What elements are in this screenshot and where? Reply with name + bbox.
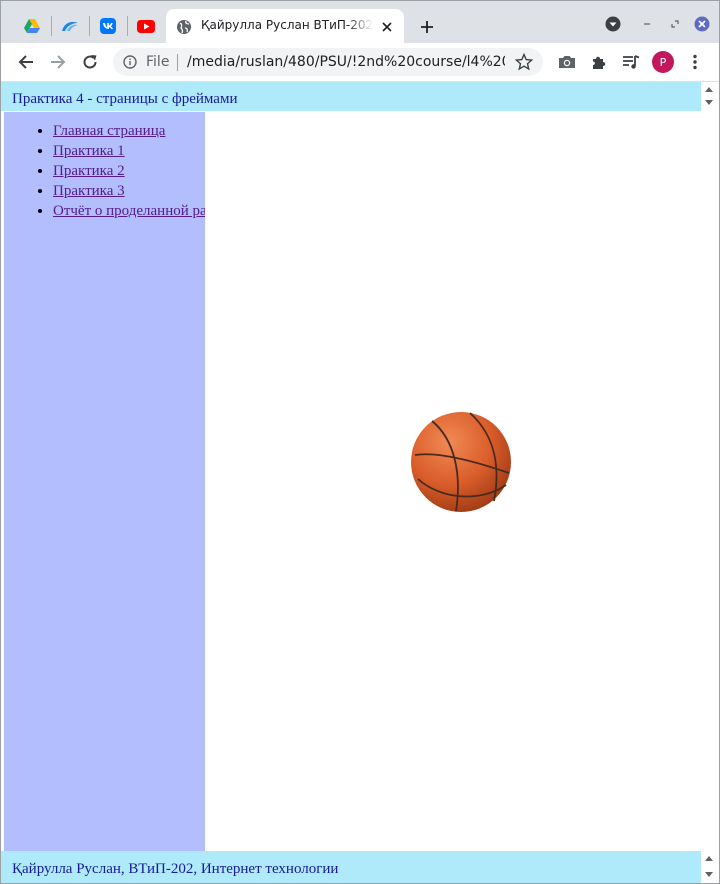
profile-avatar[interactable]: P xyxy=(652,51,674,73)
reload-button[interactable] xyxy=(77,49,103,75)
nav-link-practice-3[interactable]: Практика 3 xyxy=(53,183,125,199)
arrow-left-icon xyxy=(18,55,33,69)
footer-text: Қайрулла Руслан, ВТиП-202, Интернет техн… xyxy=(12,861,339,877)
scroll-down-arrow[interactable] xyxy=(705,872,713,877)
tab-close-button[interactable] xyxy=(378,18,396,36)
menu-button[interactable] xyxy=(682,49,708,75)
extensions-button[interactable] xyxy=(586,49,612,75)
close-window-button[interactable] xyxy=(691,13,713,35)
minimize-icon xyxy=(644,23,650,25)
youtube-icon xyxy=(137,19,155,33)
minimize-button[interactable] xyxy=(636,13,658,35)
playlist-icon xyxy=(623,55,640,69)
tab-separator xyxy=(89,16,90,36)
nav-link-practice-2[interactable]: Практика 2 xyxy=(53,163,125,179)
new-tab-button[interactable] xyxy=(415,15,439,39)
browser-toolbar: File /media/ruslan/480/PSU/!2nd%20course… xyxy=(1,43,719,81)
footer-frame: Қайрулла Руслан, ВТиП-202, Интернет техн… xyxy=(1,851,701,883)
arrow-right-icon xyxy=(51,55,66,69)
nav-link-practice-1[interactable]: Практика 1 xyxy=(53,143,125,159)
maximize-icon xyxy=(671,20,679,28)
maximize-button[interactable] xyxy=(664,13,686,35)
close-window-icon xyxy=(694,16,710,32)
scheme-label: File xyxy=(146,54,170,70)
address-divider xyxy=(177,54,178,71)
kebab-menu-icon xyxy=(693,54,697,70)
nav-link-home[interactable]: Главная страница xyxy=(53,123,165,139)
back-button[interactable] xyxy=(13,49,39,75)
tab-strip: Қайрулла Руслан ВТиП-202 ( xyxy=(1,1,719,44)
url-text[interactable]: /media/ruslan/480/PSU/!2nd%20course/l4%2… xyxy=(187,54,505,70)
cloud-app-icon xyxy=(62,21,78,31)
tab-active[interactable]: Қайрулла Руслан ВТиП-202 ( xyxy=(166,9,404,44)
media-control-button[interactable] xyxy=(618,49,644,75)
nav-frame: Главная страница Практика 1 Практика 2 П… xyxy=(4,112,235,851)
basketball-image xyxy=(411,412,511,512)
globe-icon xyxy=(177,20,191,34)
header-frame-scrollbar[interactable] xyxy=(701,82,717,111)
scroll-up-arrow[interactable] xyxy=(705,856,713,861)
address-bar[interactable]: File /media/ruslan/480/PSU/!2nd%20course… xyxy=(113,48,543,76)
info-icon[interactable] xyxy=(123,55,137,69)
plus-icon xyxy=(421,21,433,33)
pinned-tab-cloud-app[interactable] xyxy=(55,11,85,41)
forward-button[interactable] xyxy=(45,49,71,75)
page-content: Практика 4 - страницы с фреймами Главная… xyxy=(1,82,719,883)
footer-frame-scrollbar[interactable] xyxy=(701,851,717,883)
chevron-down-circle-icon xyxy=(605,16,621,32)
tab-separator xyxy=(127,16,128,36)
pinned-tab-vk[interactable] xyxy=(93,11,123,41)
header-frame: Практика 4 - страницы с фреймами xyxy=(1,82,701,111)
page-title: Практика 4 - страницы с фреймами xyxy=(12,91,238,107)
tab-separator xyxy=(51,16,52,36)
puzzle-icon xyxy=(593,56,606,69)
tab-title: Қайрулла Руслан ВТиП-202 ( xyxy=(201,18,373,32)
tab-search-button[interactable] xyxy=(602,13,624,35)
scroll-up-arrow[interactable] xyxy=(705,87,713,92)
google-drive-icon xyxy=(24,19,40,33)
scroll-down-arrow[interactable] xyxy=(705,100,713,105)
vk-icon xyxy=(100,18,116,34)
close-icon xyxy=(382,22,392,32)
reload-icon xyxy=(83,55,97,69)
browser-window: Қайрулла Руслан ВТиП-202 (File /media/r… xyxy=(0,0,720,884)
camera-icon xyxy=(559,56,575,68)
screenshot-button[interactable] xyxy=(554,49,580,75)
pinned-tab-youtube[interactable] xyxy=(131,11,161,41)
main-frame xyxy=(205,112,717,851)
star-icon[interactable] xyxy=(515,53,533,71)
pinned-tab-google-drive[interactable] xyxy=(17,11,47,41)
